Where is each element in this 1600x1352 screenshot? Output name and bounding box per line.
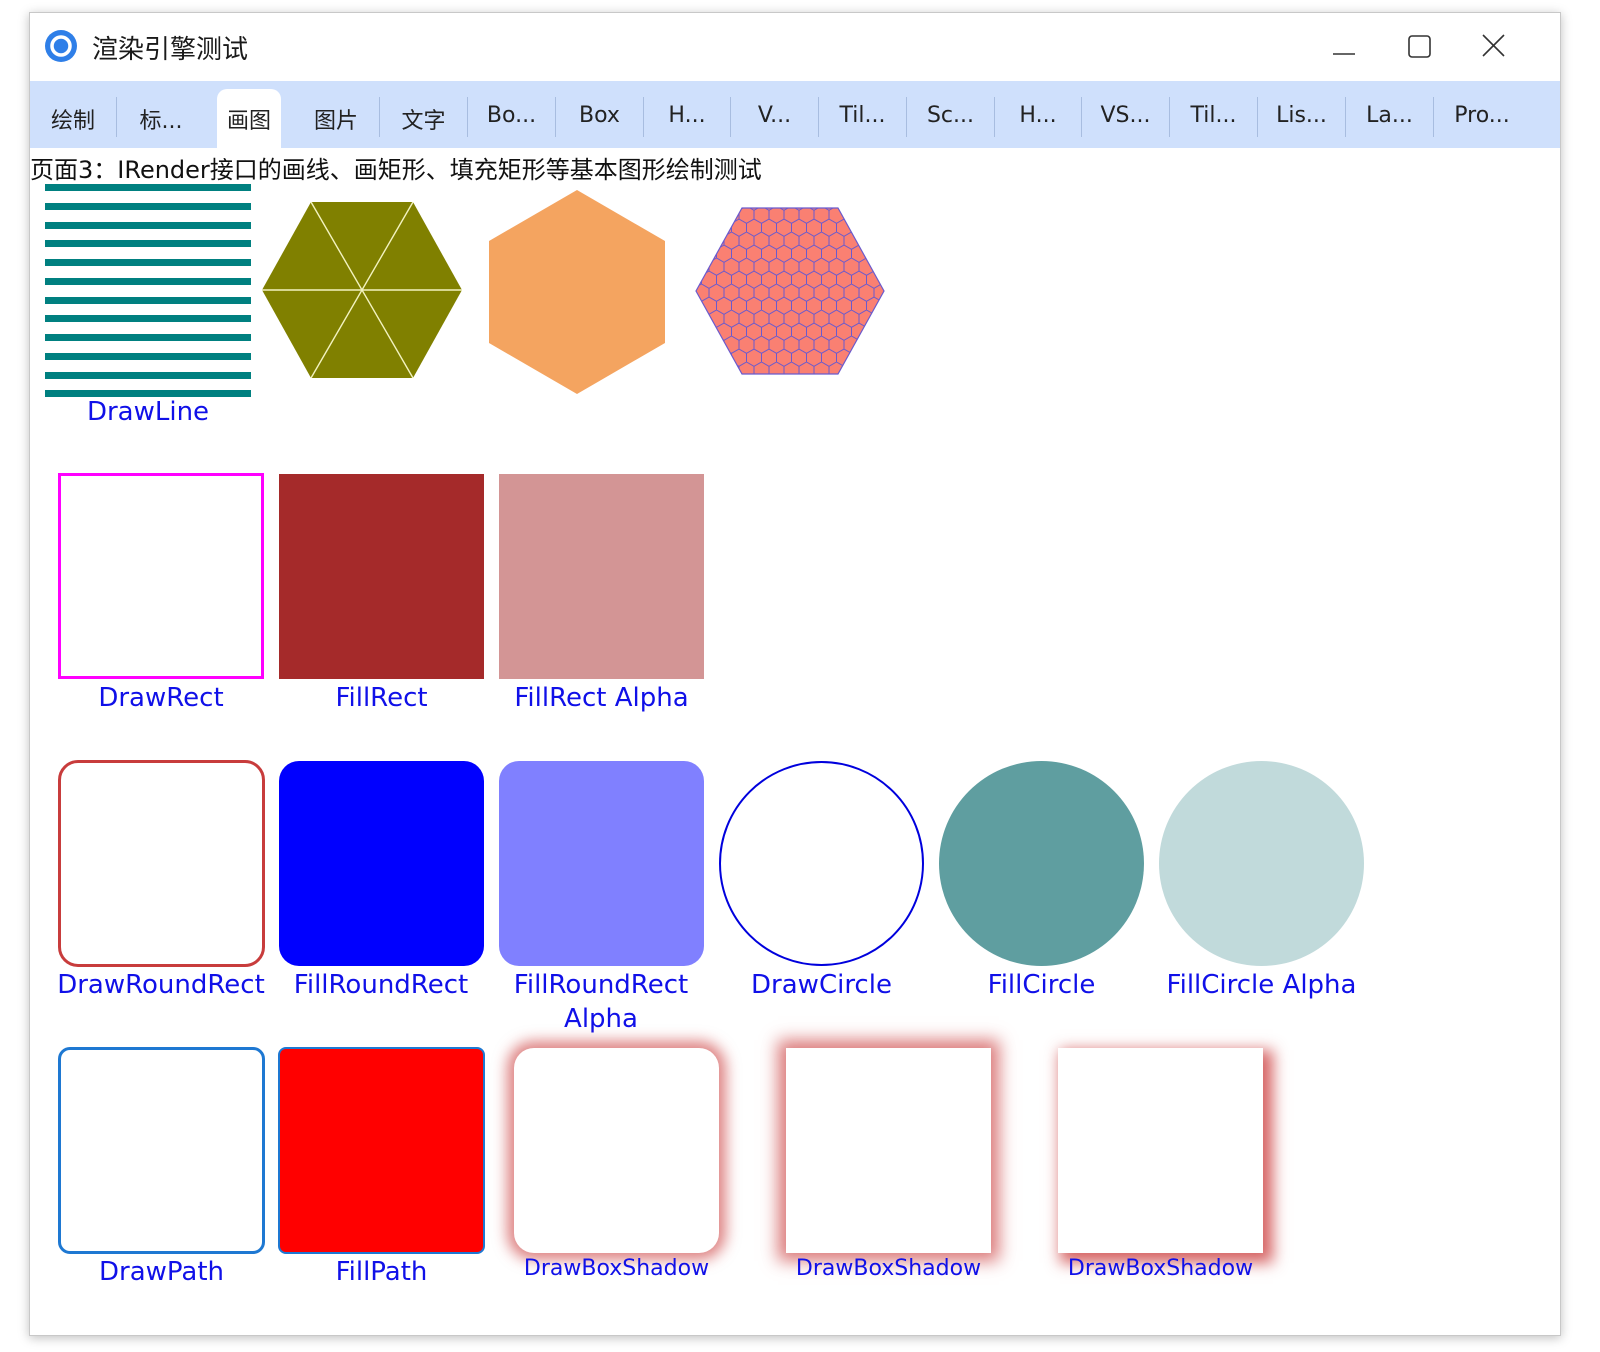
fill-path-label: FillPath bbox=[335, 1257, 428, 1287]
app-window: 渲染引擎测试 绘制 标... 画图 图片 文字 Bo... Box H... V… bbox=[29, 12, 1561, 1336]
box-shadow-label-1: DrawBoxShadow bbox=[523, 1256, 710, 1281]
fill-circle-alpha-sample bbox=[1159, 761, 1364, 966]
fill-round-rect-alpha-label-line1: FillRoundRect bbox=[513, 970, 689, 1000]
fill-rect-alpha-label: FillRect Alpha bbox=[514, 683, 689, 713]
tab-label: Pro... bbox=[1454, 103, 1510, 128]
honeycomb-hexagon bbox=[695, 207, 885, 375]
box-shadow-sample-1 bbox=[514, 1048, 719, 1253]
tab-image[interactable]: 图片 bbox=[293, 81, 379, 148]
fill-circle-sample bbox=[939, 761, 1144, 966]
tab-paint-active[interactable]: 画图 bbox=[217, 89, 281, 148]
title-bar[interactable]: 渲染引擎测试 bbox=[30, 13, 1560, 81]
tab-til[interactable]: Til... bbox=[819, 81, 906, 148]
minimize-icon[interactable] bbox=[1323, 27, 1363, 67]
app-logo-icon bbox=[45, 30, 77, 62]
tab-v[interactable]: V... bbox=[731, 81, 818, 148]
fill-round-rect-alpha-sample bbox=[499, 761, 704, 966]
close-icon[interactable] bbox=[1473, 27, 1513, 67]
fill-circle-label: FillCircle bbox=[987, 970, 1096, 1000]
tab-til-2[interactable]: Til... bbox=[1170, 81, 1257, 148]
fill-round-rect-sample bbox=[279, 761, 484, 966]
draw-line-label: DrawLine bbox=[86, 397, 210, 427]
fill-circle-alpha-label: FillCircle Alpha bbox=[1166, 970, 1357, 1000]
tab-label: VS... bbox=[1100, 103, 1151, 128]
tab-label: H... bbox=[1019, 103, 1057, 128]
tab-bo[interactable]: Bo... bbox=[468, 81, 555, 148]
tab-lis[interactable]: Lis... bbox=[1258, 81, 1345, 148]
tab-h-2[interactable]: H... bbox=[995, 81, 1081, 148]
tab-label-truncated[interactable]: 标... bbox=[117, 81, 205, 148]
box-shadow-label-3: DrawBoxShadow bbox=[1067, 1256, 1254, 1281]
tab-label: 标... bbox=[139, 109, 183, 134]
tab-label: 图片 bbox=[313, 109, 358, 134]
olive-hexagon bbox=[262, 201, 462, 379]
tab-label: H... bbox=[668, 103, 706, 128]
tab-bar: 绘制 标... 画图 图片 文字 Bo... Box H... V... Til… bbox=[30, 81, 1560, 148]
draw-path-label: DrawPath bbox=[98, 1257, 225, 1287]
window-title: 渲染引擎测试 bbox=[92, 35, 249, 65]
draw-path-sample bbox=[58, 1047, 265, 1254]
fill-path-sample bbox=[278, 1047, 485, 1254]
tab-label: 文字 bbox=[401, 109, 446, 134]
tab-label: V... bbox=[757, 103, 792, 128]
tab-label: Sc... bbox=[926, 103, 975, 128]
fill-rect-sample bbox=[279, 474, 484, 679]
fill-rect-label: FillRect bbox=[335, 683, 428, 713]
fill-round-rect-alpha-label-line2: Alpha bbox=[564, 1004, 638, 1034]
tab-vs[interactable]: VS... bbox=[1082, 81, 1169, 148]
maximize-icon[interactable] bbox=[1399, 27, 1439, 67]
tab-label: Box bbox=[579, 103, 620, 128]
tab-sc[interactable]: Sc... bbox=[907, 81, 994, 148]
fill-round-rect-label: FillRoundRect bbox=[293, 970, 469, 1000]
box-shadow-sample-3 bbox=[1058, 1048, 1263, 1253]
tab-label: 绘制 bbox=[50, 109, 95, 134]
tab-label: Til... bbox=[839, 103, 886, 128]
draw-round-rect-label: DrawRoundRect bbox=[57, 970, 265, 1000]
tab-label: Lis... bbox=[1276, 103, 1327, 128]
draw-line-sample bbox=[45, 184, 251, 397]
draw-rect-sample bbox=[58, 473, 264, 679]
tab-box[interactable]: Box bbox=[556, 81, 643, 148]
tab-h[interactable]: H... bbox=[644, 81, 730, 148]
horizontal-lines bbox=[45, 184, 251, 397]
orange-hexagon bbox=[489, 190, 665, 394]
tab-pro[interactable]: Pro... bbox=[1434, 81, 1530, 148]
tab-label: La... bbox=[1366, 103, 1413, 128]
page-description: 页面3：IRender接口的画线、画矩形、填充矩形等基本图形绘制测试 bbox=[30, 156, 762, 184]
draw-round-rect-sample bbox=[58, 760, 265, 967]
tab-draw[interactable]: 绘制 bbox=[30, 81, 116, 148]
tab-label: Til... bbox=[1190, 103, 1237, 128]
draw-circle-label: DrawCircle bbox=[751, 970, 892, 1000]
tab-text[interactable]: 文字 bbox=[380, 81, 467, 148]
tab-label: Bo... bbox=[486, 103, 537, 128]
fill-rect-alpha-sample bbox=[499, 474, 704, 679]
box-shadow-label-2: DrawBoxShadow bbox=[795, 1256, 982, 1281]
tab-la[interactable]: La... bbox=[1346, 81, 1433, 148]
draw-rect-label: DrawRect bbox=[98, 683, 224, 713]
tab-label: 画图 bbox=[226, 109, 271, 134]
draw-circle-sample bbox=[719, 761, 924, 966]
box-shadow-sample-2 bbox=[786, 1048, 991, 1253]
